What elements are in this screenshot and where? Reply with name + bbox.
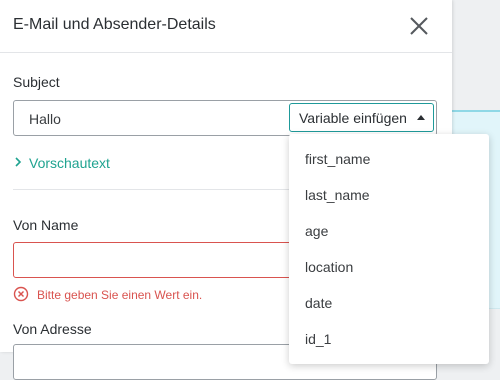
preview-text-label: Vorschautext: [29, 155, 110, 171]
chevron-right-icon: [15, 157, 22, 167]
dropdown-item-label: last_name: [305, 187, 370, 203]
dropdown-item-label: id_1: [305, 331, 332, 347]
error-message: Bitte geben Sie einen Wert ein.: [37, 288, 203, 302]
dropdown-item-label: date: [305, 295, 333, 311]
dropdown-item-date[interactable]: date: [289, 285, 489, 321]
close-icon: [410, 17, 428, 35]
insert-variable-button[interactable]: Variable einfügen: [289, 103, 434, 132]
subject-label: Subject: [13, 74, 60, 90]
dropdown-item-label: first_name: [305, 151, 371, 167]
dropdown-item-label: age: [305, 223, 329, 239]
from-name-label: Von Name: [13, 217, 79, 233]
panel-header: E-Mail und Absender-Details: [0, 0, 452, 53]
from-address-label: Von Adresse: [13, 321, 92, 337]
panel-title: E-Mail und Absender-Details: [13, 16, 216, 33]
dropdown-item-first-name[interactable]: first_name: [289, 141, 489, 177]
dropdown-item-location[interactable]: location: [289, 249, 489, 285]
dropdown-item-age[interactable]: age: [289, 213, 489, 249]
caret-up-icon: [417, 115, 425, 120]
dropdown-item-last-name[interactable]: last_name: [289, 177, 489, 213]
insert-variable-label: Variable einfügen: [299, 110, 407, 126]
variable-dropdown-menu: first_name last_name age location date i…: [289, 134, 489, 364]
dropdown-item-label: location: [305, 259, 354, 275]
error-circle-icon: [13, 286, 29, 302]
close-button[interactable]: [406, 13, 432, 39]
subject-value: Hallo: [29, 111, 61, 127]
